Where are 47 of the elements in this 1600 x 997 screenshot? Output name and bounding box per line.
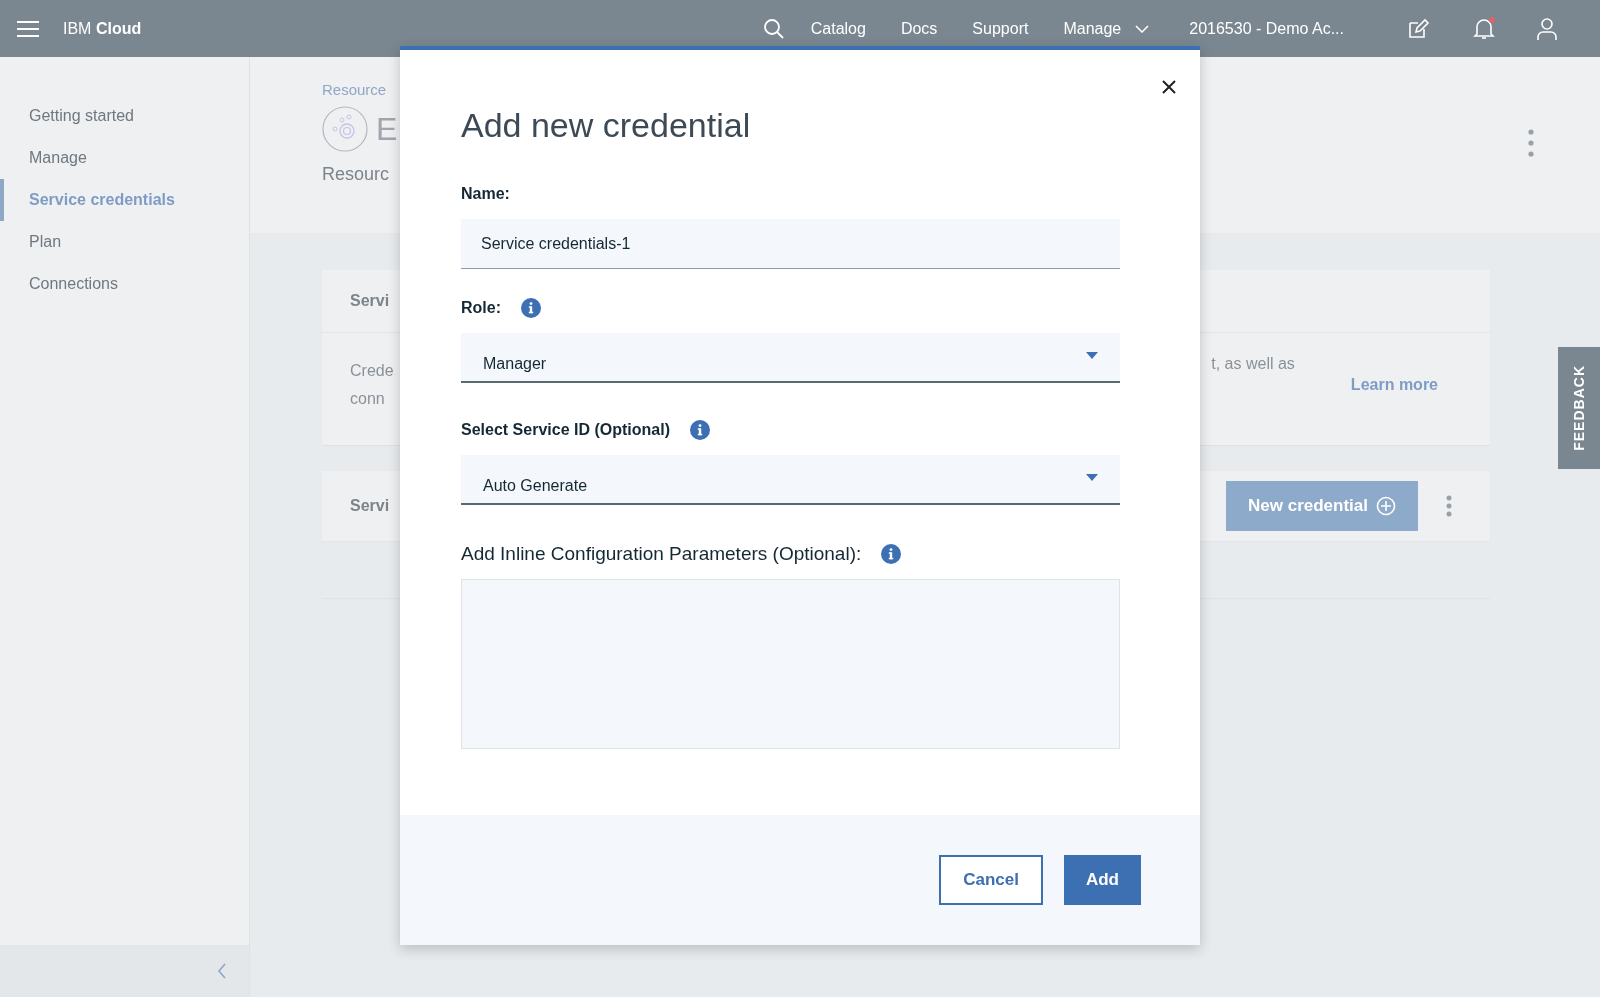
brand-name[interactable]: IBM Cloud	[63, 19, 142, 38]
field-label: Select Service ID (Optional)	[461, 421, 670, 439]
edit-icon[interactable]	[1406, 16, 1430, 41]
cancel-button[interactable]: Cancel	[939, 855, 1043, 905]
info-icon[interactable]	[521, 298, 541, 318]
caret-down-icon	[1086, 474, 1098, 481]
overflow-menu-icon[interactable]	[1446, 495, 1452, 517]
chevron-down-icon	[1135, 24, 1150, 33]
search-icon[interactable]	[762, 17, 785, 40]
field-label: Role:	[461, 299, 501, 317]
feedback-tab[interactable]: FEEDBACK	[1558, 347, 1600, 469]
page-title: E	[376, 110, 398, 148]
info-icon[interactable]	[689, 420, 710, 440]
field-label: Name:	[461, 185, 510, 203]
caret-down-icon	[1086, 352, 1098, 359]
info-icon[interactable]	[881, 544, 902, 564]
service-logo-icon	[322, 106, 368, 152]
new-credential-button[interactable]: New credential	[1226, 481, 1418, 531]
plus-circle-icon	[1376, 496, 1396, 516]
card-text: conn	[350, 389, 386, 409]
nav-link[interactable]: Docs	[900, 19, 938, 38]
dropdown[interactable]: Auto Generate	[461, 455, 1120, 505]
nav-menu[interactable]: Manage	[1063, 19, 1150, 38]
name-input[interactable]: Service credentials-1	[461, 219, 1120, 269]
notification-bell-icon[interactable]	[1472, 16, 1496, 41]
account-switcher[interactable]: 2016530 - Demo Ac...	[1189, 19, 1344, 38]
user-icon[interactable]	[1536, 16, 1558, 41]
field-label: Add Inline Configuration Parameters (Optional):	[461, 543, 862, 565]
card-heading: Servi	[350, 497, 390, 515]
sidebar-item[interactable]: Getting started	[0, 95, 249, 137]
close-icon[interactable]	[1162, 80, 1176, 94]
card-heading: Servi	[350, 292, 390, 310]
card-text: Crede	[350, 361, 394, 381]
overflow-menu-icon[interactable]	[1528, 129, 1534, 157]
learn-more-link[interactable]: Learn more	[1350, 376, 1438, 394]
sidebar-item[interactable]: Connections	[0, 263, 249, 305]
page-subtitle: Resourc	[322, 164, 391, 185]
collapse-chevron-icon[interactable]	[217, 963, 227, 979]
nav-link[interactable]: Support	[972, 19, 1029, 38]
sidebar-item[interactable]: Plan	[0, 221, 249, 263]
dropdown[interactable]: Manager	[461, 333, 1120, 383]
nav-link[interactable]: Catalog	[810, 19, 866, 38]
menu-icon[interactable]	[17, 19, 39, 38]
dialog-title: Add new credential	[461, 106, 752, 145]
add-button[interactable]: Add	[1063, 855, 1141, 905]
card-text: t, as well as	[1211, 355, 1295, 373]
sidebar-item[interactable]: Manage	[0, 137, 249, 179]
